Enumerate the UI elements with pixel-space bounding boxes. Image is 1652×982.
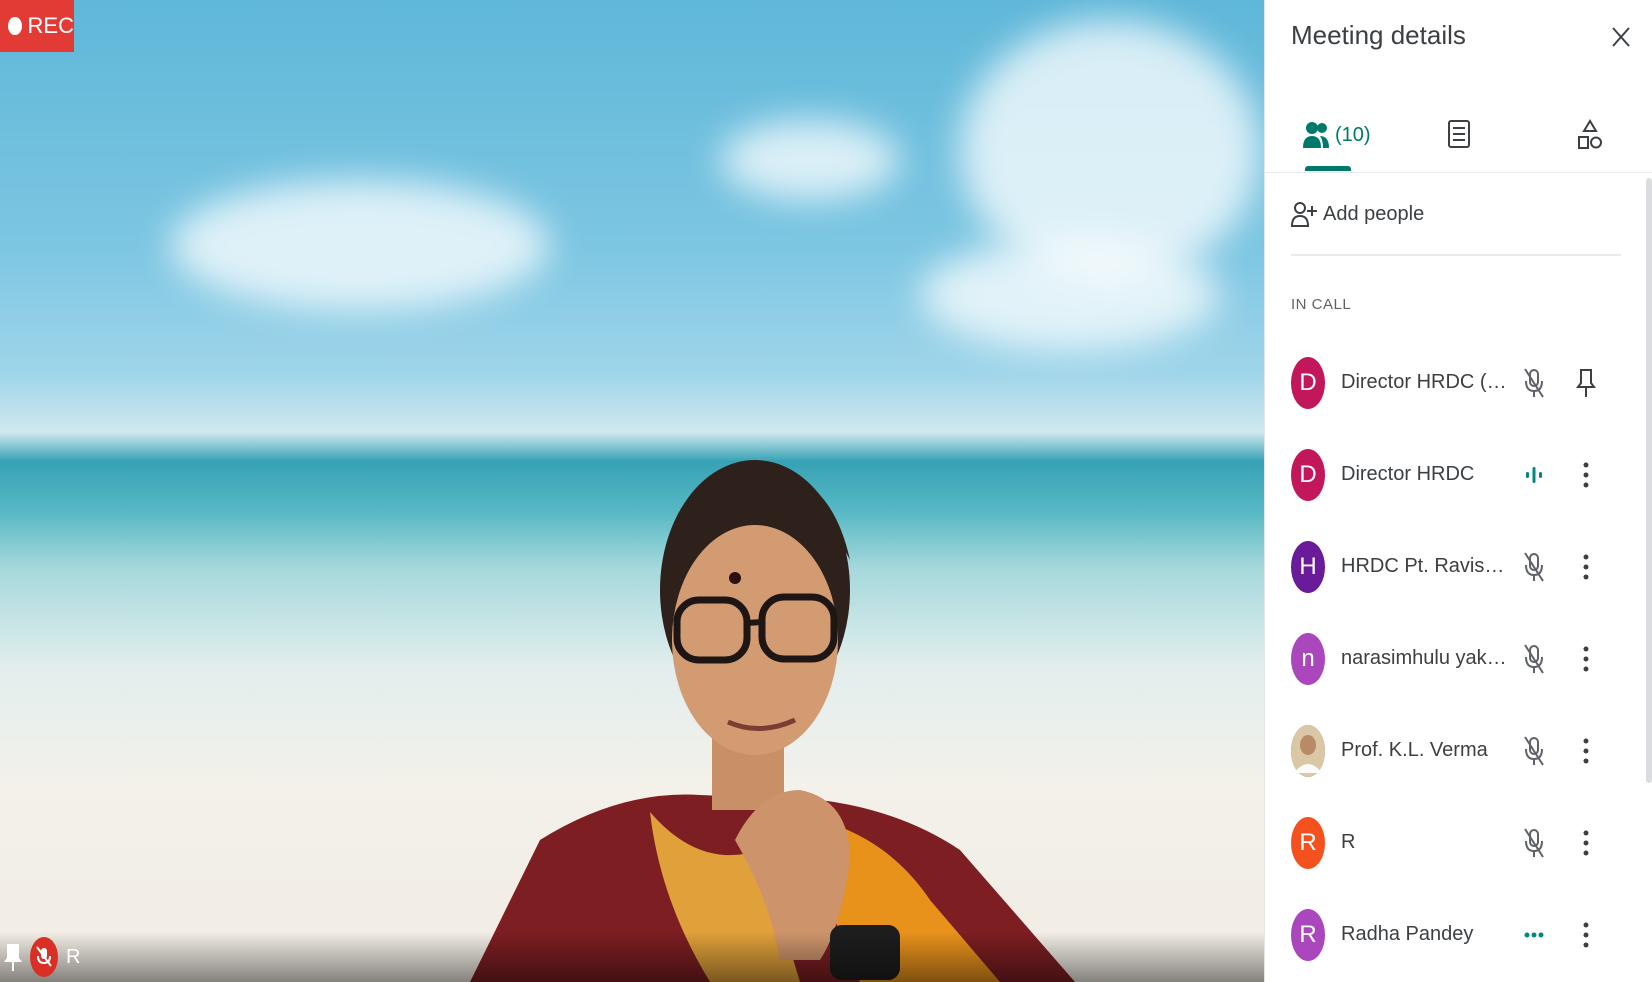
mic-off-icon [1517,735,1551,767]
participant-name: narasimhulu yakkala [1341,647,1511,669]
participant-avatar [1291,725,1325,777]
mic-off-icon [1517,643,1551,675]
muted-indicator [30,937,58,977]
participant-avatar: R [1291,909,1325,961]
participant-avatar: D [1291,449,1325,501]
mic-off-icon [1517,551,1551,583]
more-options-icon[interactable] [1569,919,1603,951]
participant-avatar: n [1291,633,1325,685]
participant-name: R [1341,831,1356,853]
mic-off-icon [1517,827,1551,859]
participant-row[interactable]: D Director HRDC (You) [1265,335,1652,415]
tab-people[interactable]: (10) [1303,110,1371,160]
tab-activities[interactable] [1578,110,1602,160]
main-video-tile: REC R [0,0,1264,982]
participant-name: Director HRDC [1341,463,1475,485]
participant-row[interactable]: R Radha Pandey [1265,887,1652,967]
participant-row[interactable]: H HRDC Pt. Ravishankar S... [1265,519,1652,599]
mic-off-icon [36,946,52,967]
pin-icon[interactable] [1569,367,1603,399]
participant-name: Radha Pandey [1341,923,1474,945]
participant-name: Prof. K.L. Verma [1341,739,1488,761]
more-options-icon[interactable] [1569,827,1603,859]
chat-icon [1448,120,1470,148]
active-tab-indicator [1305,166,1351,171]
add-people-label: Add people [1323,202,1425,225]
speaking-icon [1517,459,1551,491]
tab-chat[interactable] [1447,110,1471,160]
close-icon [1612,27,1630,47]
people-count: (10) [1335,123,1371,146]
participant-row[interactable]: n narasimhulu yakkala [1265,611,1652,691]
recording-label: REC [27,13,74,38]
panel-tabs: (10) [1265,100,1652,173]
more-options-icon[interactable] [1569,459,1603,491]
participant-name: Director HRDC (You) [1341,371,1511,393]
divider [1291,254,1621,256]
participant-avatar: D [1291,357,1325,409]
more-options-icon[interactable] [1569,551,1603,583]
people-icon [1303,122,1329,148]
close-button[interactable] [1604,20,1638,54]
tile-participant-name: R [66,945,81,968]
activities-icon [1578,119,1602,149]
tile-footer: R [0,932,1264,982]
recording-badge: REC [0,0,74,52]
more-options-icon[interactable] [1569,643,1603,675]
participant-row[interactable]: RR [1265,795,1652,875]
participant-row[interactable]: Prof. K.L. Verma [1265,703,1652,783]
meeting-details-panel: Meeting details (10) Add people IN CALL … [1264,0,1652,982]
participant-avatar: H [1291,541,1325,593]
add-people-button[interactable]: Add people [1291,200,1424,228]
speaking-dots-icon [1517,919,1551,951]
mic-off-icon [1517,367,1551,399]
participant-name: HRDC Pt. Ravishankar S... [1341,555,1511,577]
in-call-section-label: IN CALL [1291,296,1352,313]
participant-video-feed [470,460,1075,982]
pin-icon[interactable] [4,942,22,972]
add-person-icon [1291,202,1317,227]
participant-row[interactable]: D Director HRDC [1265,427,1652,507]
participant-avatar: R [1291,817,1325,869]
panel-title: Meeting details [1291,20,1466,50]
recording-dot-icon [8,17,22,35]
more-options-icon[interactable] [1569,735,1603,767]
panel-scrollbar[interactable] [1646,178,1652,783]
